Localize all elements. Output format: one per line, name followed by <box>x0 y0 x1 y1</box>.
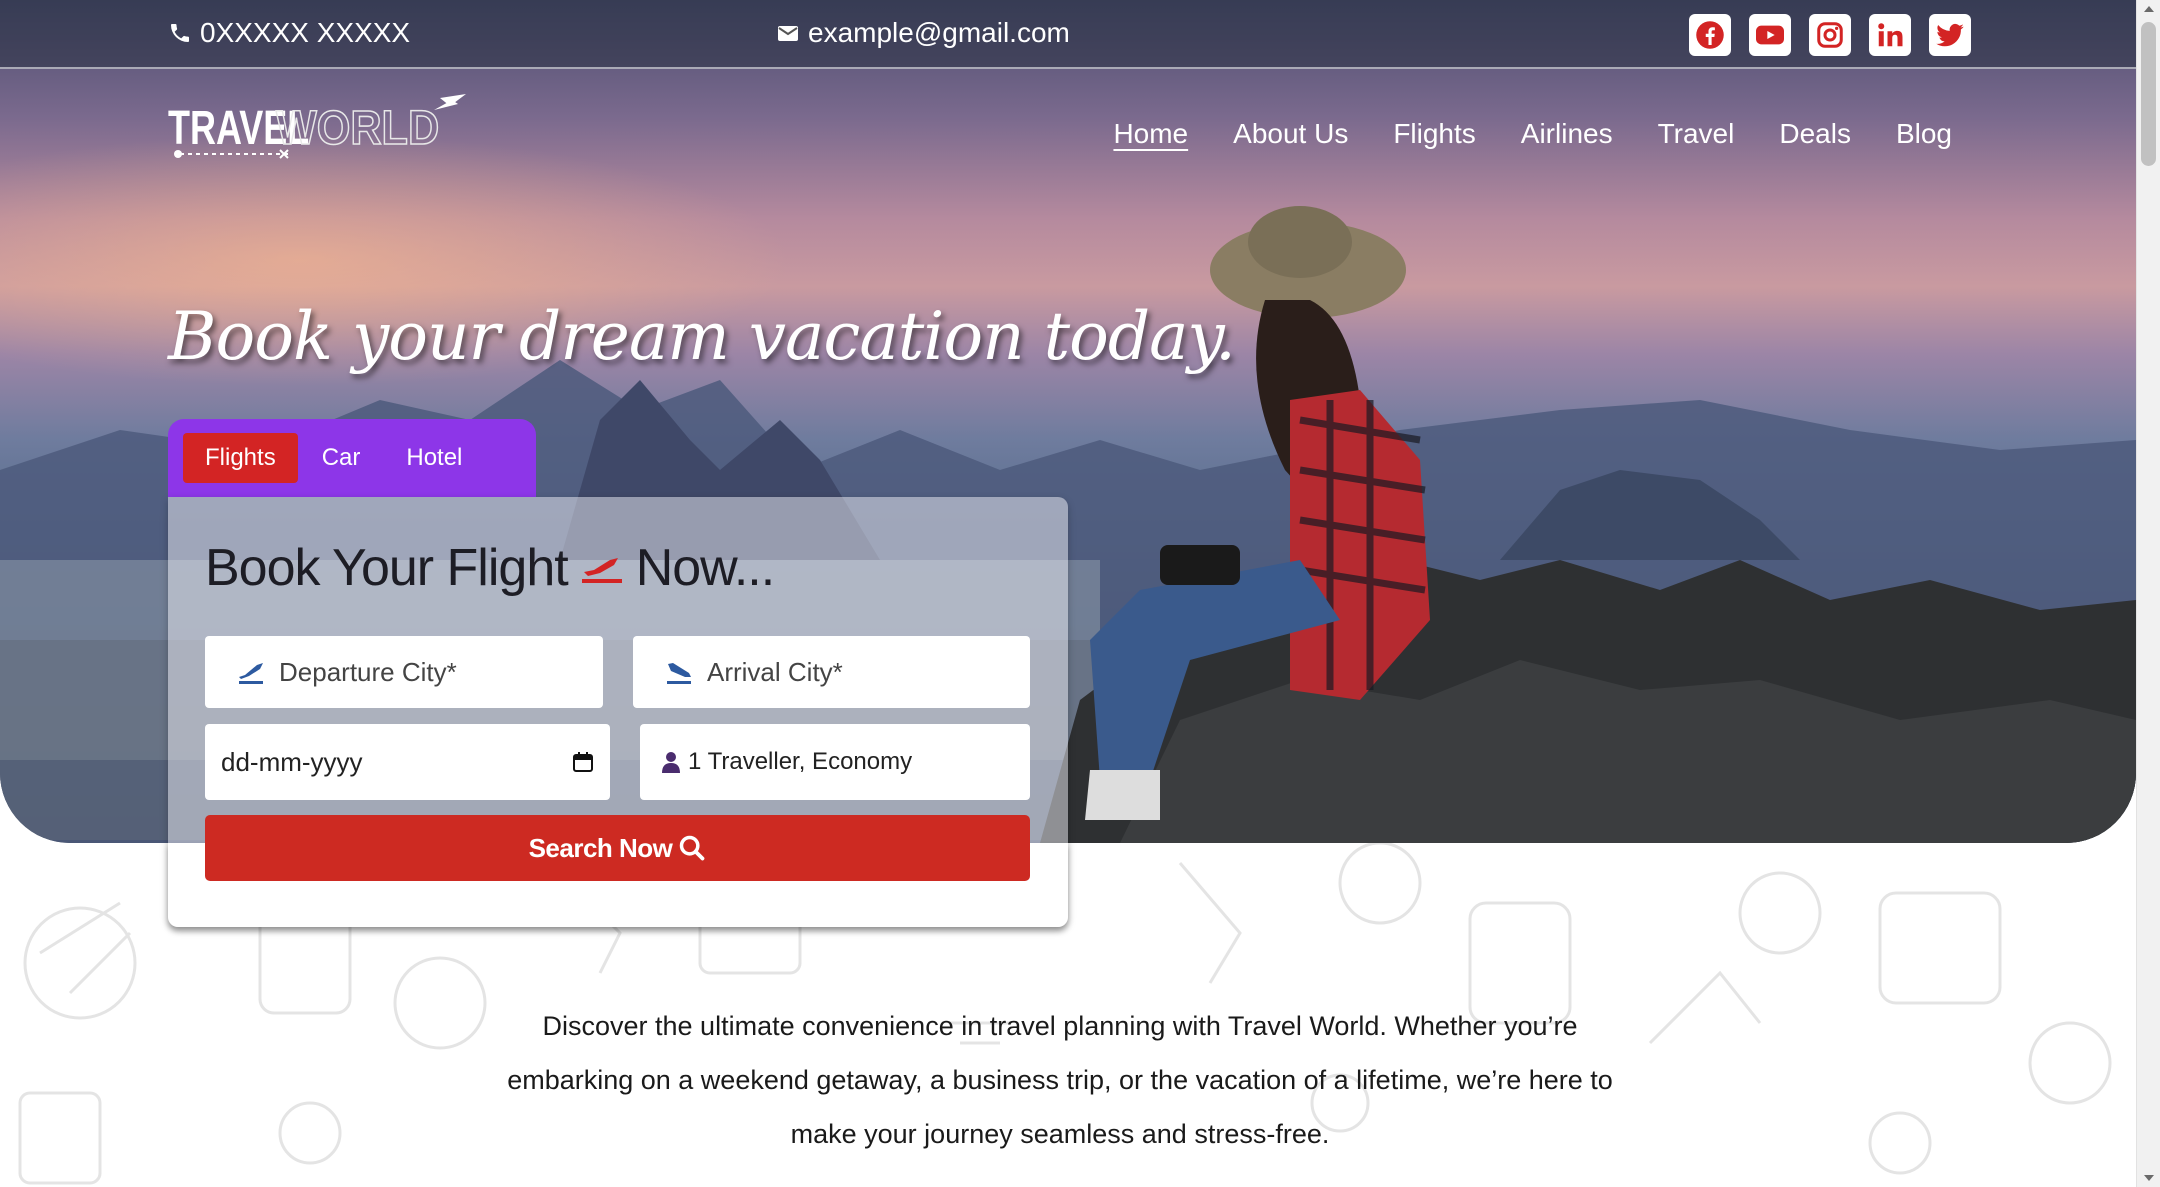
tab-car[interactable]: Car <box>300 433 383 483</box>
phone-number: 0XXXXX XXXXX <box>200 17 411 48</box>
logo-graphic: TRAVEL WORLD <box>168 94 466 159</box>
facebook-link[interactable] <box>1689 14 1731 56</box>
scroll-thumb[interactable] <box>2141 22 2156 166</box>
arrival-city-input[interactable]: Arrival City* <box>633 636 1030 708</box>
tab-flights[interactable]: Flights <box>183 433 298 483</box>
nav-deals[interactable]: Deals <box>1779 118 1851 150</box>
phone-icon <box>171 24 189 42</box>
linkedin-link[interactable] <box>1869 14 1911 56</box>
booking-title: Book Your Flight Now... <box>205 538 775 598</box>
youtube-icon <box>1756 25 1784 45</box>
search-now-button[interactable]: Search Now <box>205 815 1030 881</box>
nav-home[interactable]: Home <box>1113 118 1188 150</box>
linkedin-icon <box>1878 23 1903 47</box>
scroll-down-arrow-icon[interactable] <box>2144 1175 2154 1181</box>
plane-departure-icon <box>239 663 263 684</box>
twitter-link[interactable] <box>1929 14 1971 56</box>
hero-headline: Book your dream vacation today. <box>168 298 1236 375</box>
email-address: example@gmail.com <box>808 17 1070 48</box>
main-nav: Home About Us Flights Airlines Travel De… <box>1113 118 1952 150</box>
intro-paragraph: Discover the ultimate convenience in tra… <box>507 1011 1613 1149</box>
booking-title-part1: Book Your Flight <box>205 539 569 597</box>
departure-placeholder: Departure City* <box>279 656 457 687</box>
youtube-link[interactable] <box>1749 14 1791 56</box>
contact-phone[interactable]: 0XXXXX XXXXX <box>168 17 410 49</box>
airplane-icon <box>581 558 622 583</box>
nav-flights[interactable]: Flights <box>1393 118 1475 150</box>
date-placeholder: dd-mm-yyyy <box>221 746 363 777</box>
search-icon <box>680 835 705 861</box>
plane-arrival-icon <box>667 663 691 684</box>
travellers-select[interactable]: 1 Traveller, Economy <box>640 724 1030 800</box>
page-scrollbar[interactable] <box>2136 0 2160 1187</box>
nav-blog[interactable]: Blog <box>1896 118 1952 150</box>
tab-hotel[interactable]: Hotel <box>384 433 484 483</box>
calendar-icon[interactable] <box>572 751 594 773</box>
envelope-icon <box>778 26 798 41</box>
scroll-up-arrow-icon[interactable] <box>2144 6 2154 12</box>
user-icon <box>662 752 680 773</box>
instagram-link[interactable] <box>1809 14 1851 56</box>
social-links <box>1689 14 1971 56</box>
nav-travel[interactable]: Travel <box>1658 118 1735 150</box>
booking-title-part2: Now... <box>635 539 775 597</box>
facebook-icon <box>1696 21 1724 49</box>
departure-city-input[interactable]: Departure City* <box>205 636 603 708</box>
travel-world-logo[interactable]: TRAVEL WORLD <box>168 92 468 166</box>
nav-airlines[interactable]: Airlines <box>1521 118 1613 150</box>
nav-about-us[interactable]: About Us <box>1233 118 1348 150</box>
arrival-placeholder: Arrival City* <box>707 656 843 687</box>
svg-text:WORLD: WORLD <box>276 101 439 155</box>
booking-tabs: Flights Car Hotel <box>168 419 536 497</box>
travellers-value: 1 Traveller, Economy <box>688 748 913 775</box>
twitter-icon <box>1936 23 1964 47</box>
instagram-icon <box>1817 22 1843 48</box>
search-button-label: Search Now <box>528 832 673 863</box>
travel-date-input[interactable]: dd-mm-yyyy <box>205 724 610 800</box>
top-info-bar: 0XXXXX XXXXX example@gmail.com <box>0 0 2136 69</box>
contact-email[interactable]: example@gmail.com <box>776 17 1070 49</box>
